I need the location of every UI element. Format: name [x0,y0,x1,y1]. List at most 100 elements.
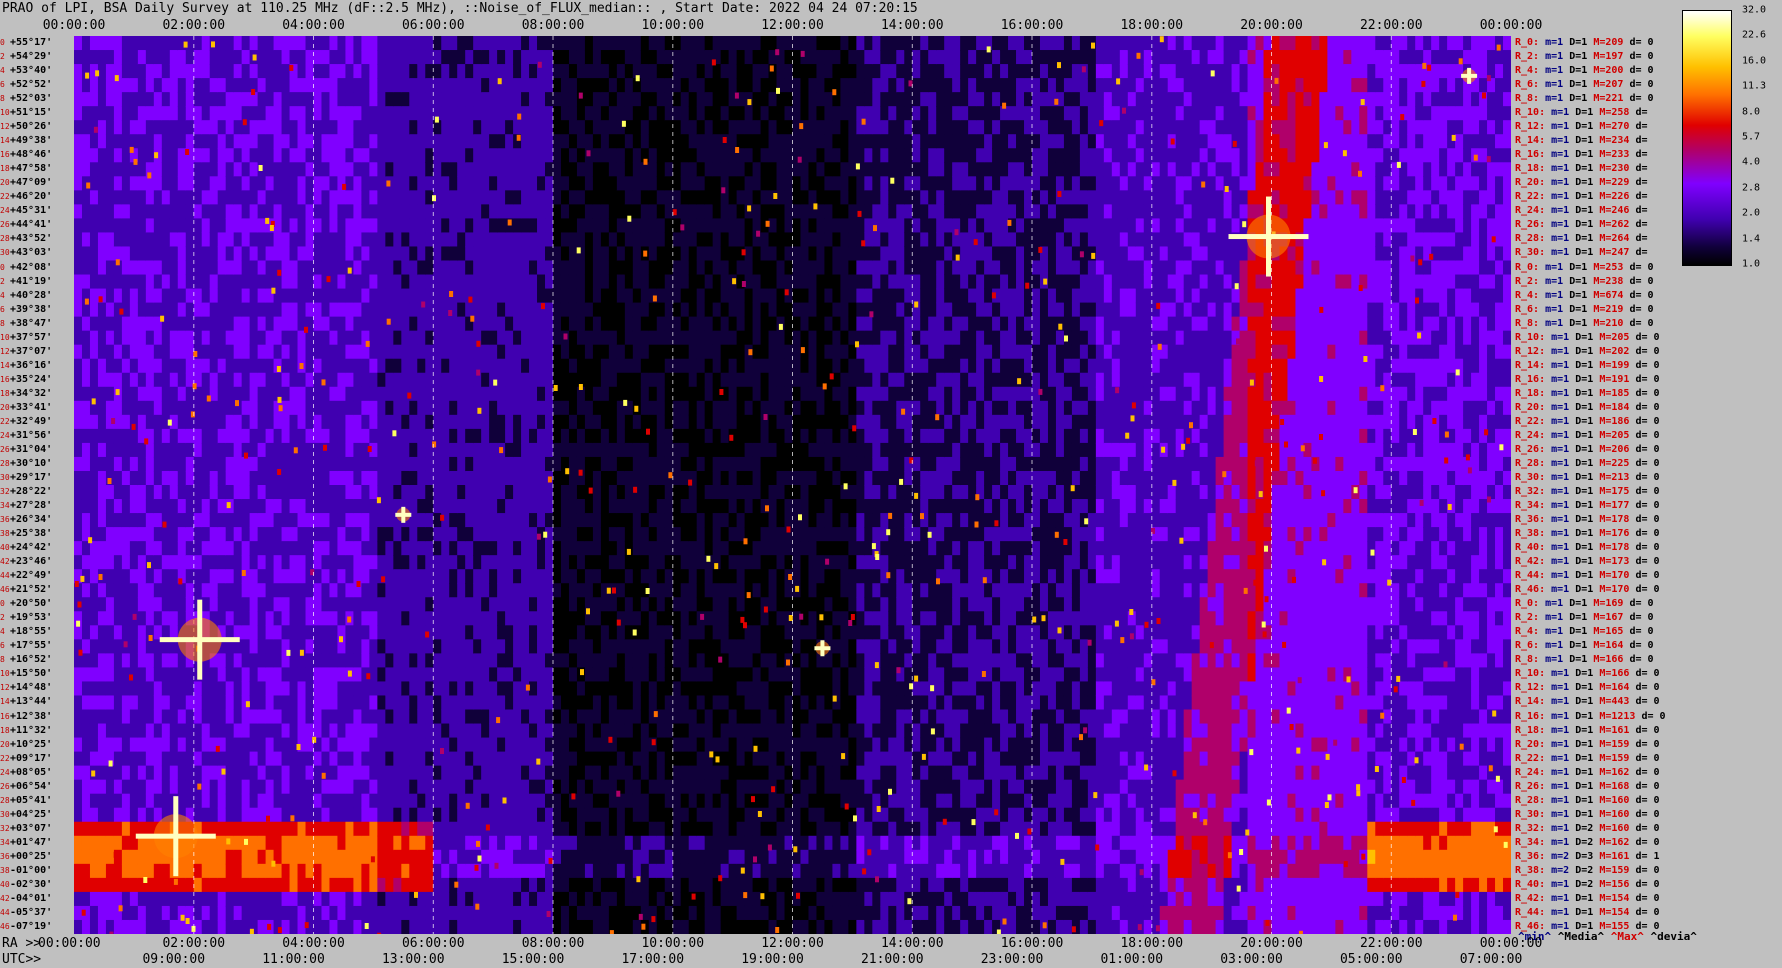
heatmap-cell [233,442,243,458]
heatmap-cell [497,569,506,584]
heatmap-cell [537,863,546,879]
heatmap-cell [385,751,394,767]
heatmap-cell [377,456,386,472]
heatmap-cell [521,92,530,107]
heatmap-cell [289,723,299,739]
heatmap-cell [608,204,618,220]
heatmap-cell [385,120,394,135]
heatmap-cell [305,835,315,851]
heatmap-cell [568,190,578,205]
heatmap-cell [425,541,434,556]
heatmap-cell [209,162,219,177]
heatmap-cell [457,877,466,893]
heatmap-cell [608,316,618,332]
heatmap-cell [497,148,506,163]
heatmap-cell [313,765,323,781]
heatmap-cell [121,246,131,262]
heatmap-cell [433,330,442,346]
heatmap-cell [632,176,642,191]
heatmap-cell [225,765,235,781]
heatmap-cell [656,218,666,234]
heatmap-cell [249,541,259,556]
heatmap-cell [576,681,586,697]
heatmap-cell [273,120,283,135]
heatmap-cell [616,442,626,458]
heatmap-cell [624,120,634,135]
heatmap-cell [225,863,235,879]
heatmap-cell [321,386,331,402]
heatmap-cell [385,414,394,430]
heatmap-cell [201,218,211,234]
heatmap-cell [185,442,195,458]
heatmap-cell [537,499,546,514]
heatmap-cell [640,569,650,584]
heatmap-cell [608,92,618,107]
heatmap-cell [465,485,474,500]
heatmap-cell [305,400,315,416]
heatmap-cell [145,485,155,500]
heatmap-cell [121,863,131,879]
heatmap-cell [401,737,410,753]
heatmap-cell [608,78,618,93]
heatmap-cell [249,274,259,290]
heatmap-cell [265,681,275,697]
heatmap-cell [225,428,235,444]
heatmap-cell [193,849,203,865]
heatmap-cell [481,695,490,711]
heatmap-cell [576,485,586,500]
heatmap-cell [592,106,602,121]
heatmap-cell [616,316,626,332]
heatmap-cell [265,639,275,654]
heatmap-cell [353,106,362,121]
heatmap-cell [608,64,618,79]
heatmap-cell [537,456,546,472]
heatmap-cell [369,400,378,416]
heatmap-cell [648,64,658,79]
heatmap-cell [449,386,458,402]
heatmap-cell [513,302,522,318]
heatmap-cell [313,64,323,79]
heatmap-cell [465,681,474,697]
heatmap-cell [632,751,642,767]
heatmap-cell [353,611,362,626]
heatmap-cell [560,485,570,500]
heatmap-cell [233,821,243,837]
heatmap-cell [664,793,674,809]
heatmap-cell [513,344,522,360]
heatmap-cell [417,456,426,472]
heatmap-cell [105,50,115,65]
heatmap-cell [441,597,450,612]
heatmap-cell [401,835,410,851]
heatmap-cell [497,358,506,374]
heatmap-cell [545,681,554,697]
heatmap-cell [337,583,347,598]
heatmap-cell [576,316,586,332]
heatmap-cell [592,386,602,402]
heatmap-cell [545,751,554,767]
heatmap-cell [105,78,115,93]
heatmap-cell [241,541,251,556]
heatmap-cell [513,485,522,500]
heatmap-cell [129,400,139,416]
heatmap-cell [513,260,522,276]
heatmap-cell [505,541,514,556]
heatmap-cell [169,527,179,542]
heatmap-cell [560,891,570,907]
heatmap-cell [505,134,514,149]
heatmap-cell [241,218,251,234]
heatmap-cell [74,513,83,528]
heatmap-cell [521,120,530,135]
heatmap-cell [153,358,163,374]
heatmap-cell [616,597,626,612]
heatmap-cell [281,863,291,879]
heatmap-cell [209,723,219,739]
heatmap-cell [624,148,634,163]
heatmap-cell [560,849,570,865]
heatmap-cell [481,470,490,486]
heatmap-cell [281,611,291,626]
heatmap-cell [209,849,219,865]
heatmap-cell [297,344,307,360]
heatmap-cell [568,176,578,191]
heatmap-cell [233,36,243,51]
heatmap-cell [193,134,203,149]
